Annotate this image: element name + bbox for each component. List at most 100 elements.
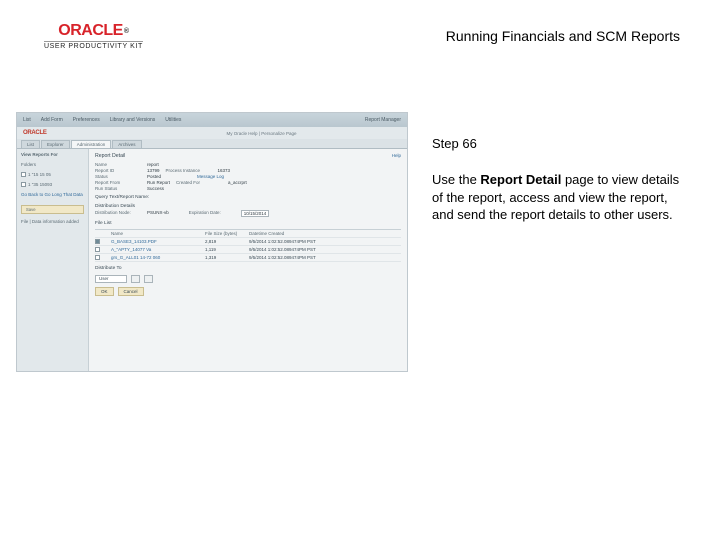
ss-kv-row: Run Status Success <box>95 186 401 191</box>
ss-kv-val: a_accrprt <box>228 180 247 185</box>
ss-kv-row: Report From Run Report Created For a_accrpr… <box>95 180 401 185</box>
ss-ok-button: OK <box>95 287 114 296</box>
ss-cancel-button: Cancel <box>118 287 144 296</box>
ss-tab: List <box>21 140 40 148</box>
ss-menu-item: Report Manager <box>365 117 401 123</box>
ss-td: 2,819 <box>205 239 245 244</box>
ss-side-foot: File | Data information added <box>21 219 84 224</box>
ss-menu-item: Library and Versions <box>110 117 156 123</box>
ss-side-link: Go Back to Go Long That Data <box>21 192 84 197</box>
ss-help: Help <box>392 153 401 161</box>
ss-checkbox-icon <box>95 247 100 252</box>
oracle-logo-block: ORACLE ® USER PRODUCTIVITY KIT <box>44 22 143 50</box>
ss-td: 9/5/2014 1:02:52.089474PM PST <box>249 247 349 252</box>
oracle-logo: ORACLE ® <box>58 22 128 40</box>
instr-bold: Report Detail <box>480 172 561 187</box>
ss-kv-key: Process Instance <box>166 168 212 173</box>
ss-tab-active: Administration <box>71 140 112 148</box>
ss-tabs: List Explorer Administration Archives <box>17 139 407 149</box>
ss-td: 9/5/2014 1:02:52.089474PM PST <box>249 239 349 244</box>
ss-menu-item: List <box>23 117 31 123</box>
ss-sec-header: Query Text/Report Name: <box>95 195 401 200</box>
ss-kv-val: PSUNX-vb <box>147 210 169 217</box>
ss-checkbox-icon <box>21 182 26 187</box>
ss-kv-key: Expiration Date: <box>189 210 235 217</box>
ss-section: Distribution Details Distribution Node: P… <box>95 204 401 217</box>
oracle-logo-subtitle: USER PRODUCTIVITY KIT <box>44 41 143 50</box>
step-number: Step 66 <box>432 136 680 151</box>
ss-td: 9/5/2014 1:02:52.089474PM PST <box>249 255 349 260</box>
ss-side-header: View Reports For <box>21 152 84 157</box>
ss-td: grs_G_ALL01 14-72 060 <box>111 255 201 260</box>
ss-table: Name File Size (bytes) Datetime Created … <box>95 229 401 262</box>
ss-th: File Size (bytes) <box>205 231 245 236</box>
ss-sidebar: View Reports For Folders 1 "15 15 05 1 "… <box>17 149 89 371</box>
ss-lookup-icon <box>131 275 140 283</box>
ss-brand-row: ORACLE My Oracle Help | Personalize Page <box>17 127 407 139</box>
oracle-logo-tm: ® <box>124 28 129 35</box>
ss-select: User <box>95 275 127 283</box>
ss-th: Name <box>111 231 201 236</box>
ss-kv-key: Report ID <box>95 168 141 173</box>
ss-side-text: 1 "15 15 05 <box>28 172 51 177</box>
ss-menubar: List Add Form Preferences Library and Ve… <box>17 113 407 127</box>
ss-kv-row: Namereport <box>95 162 401 167</box>
ss-body: View Reports For Folders 1 "15 15 05 1 "… <box>17 149 407 371</box>
ss-kv-key: Run Status <box>95 186 141 191</box>
ss-kv-val: 13799 <box>147 168 160 173</box>
ss-checkbox-icon <box>95 255 100 260</box>
instruction-text: Use the Report Detail page to view detai… <box>432 171 680 224</box>
document-title: Running Financials and SCM Reports <box>446 28 680 44</box>
ss-kv-val: 16373 <box>218 168 231 173</box>
ss-th: Datetime Created <box>249 231 349 236</box>
ss-checkbox-icon <box>21 172 26 177</box>
ss-kv-val: Run Report <box>147 180 170 185</box>
ss-page-title: Report Detail <box>95 153 125 159</box>
ss-lookup-icon <box>144 275 153 283</box>
ss-tab: Archives <box>112 140 141 148</box>
app-screenshot: List Add Form Preferences Library and Ve… <box>16 112 408 372</box>
ss-kv-val: Success <box>147 186 164 191</box>
ss-kv-row: Status Posted Message Log <box>95 174 401 179</box>
instr-prefix: Use the <box>432 172 480 187</box>
table-row: A_"APTY_14077 Va 1,119 9/5/2014 1:02:52.08… <box>95 246 401 254</box>
ss-kv-val: 10/15/2014 <box>241 210 270 217</box>
table-row: G_BASE3_14103.PDF 2,819 9/5/2014 1:02:52.0… <box>95 238 401 246</box>
ss-kv-key: Distribution Node: <box>95 210 141 217</box>
instruction-column: Step 66 Use the Report Detail page to vi… <box>432 136 680 224</box>
ss-sec-header: Distribute To <box>95 266 401 271</box>
ss-side-row: 1 "35 15093 <box>21 182 84 187</box>
ss-menu-item: Utilities <box>165 117 181 123</box>
ss-kv-key: Name <box>95 162 141 167</box>
ss-menu-item: Preferences <box>73 117 100 123</box>
ss-kv-key: Report From <box>95 180 141 185</box>
ss-brand: ORACLE <box>23 130 47 136</box>
ss-save-button: Save <box>21 205 84 214</box>
ss-td: 1,319 <box>205 255 245 260</box>
ss-filelist: File List Name File Size (bytes) Datetim… <box>95 221 401 262</box>
ss-td: A_"APTY_14077 Va <box>111 247 201 252</box>
ss-kv-val: Posted <box>147 174 161 179</box>
ss-checkbox-icon <box>95 239 100 244</box>
ss-distribute: Distribute To User <box>95 266 401 283</box>
ss-kv-key: Status <box>95 174 141 179</box>
ss-side-text: 1 "35 15093 <box>28 182 52 187</box>
ss-kv-key: Created For <box>176 180 222 185</box>
ss-kv-val: Message Log <box>197 174 224 179</box>
ss-side-folders: Folders <box>21 162 84 167</box>
ss-td: 1,119 <box>205 247 245 252</box>
ss-td: G_BASE3_14103.PDF <box>111 239 201 244</box>
ss-sec-header: File List <box>95 221 401 226</box>
table-row: grs_G_ALL01 14-72 060 1,319 9/5/2014 1:02:… <box>95 254 401 262</box>
ss-tab: Explorer <box>41 140 70 148</box>
ss-actions: OK Cancel <box>95 287 401 296</box>
ss-main: Report Detail Help Namereport Report ID 1… <box>89 149 407 371</box>
ss-kv-row: Report ID 13799 Process Instance 16373 <box>95 168 401 173</box>
ss-table-header: Name File Size (bytes) Datetime Created <box>95 230 401 238</box>
ss-side-row: 1 "15 15 05 <box>21 172 84 177</box>
ss-brand-right: My Oracle Help | Personalize Page <box>227 131 297 136</box>
ss-section: Query Text/Report Name: <box>95 195 401 200</box>
ss-sec-header: Distribution Details <box>95 204 401 209</box>
oracle-logo-text: ORACLE <box>58 22 123 40</box>
ss-dist-row: User <box>95 275 401 283</box>
